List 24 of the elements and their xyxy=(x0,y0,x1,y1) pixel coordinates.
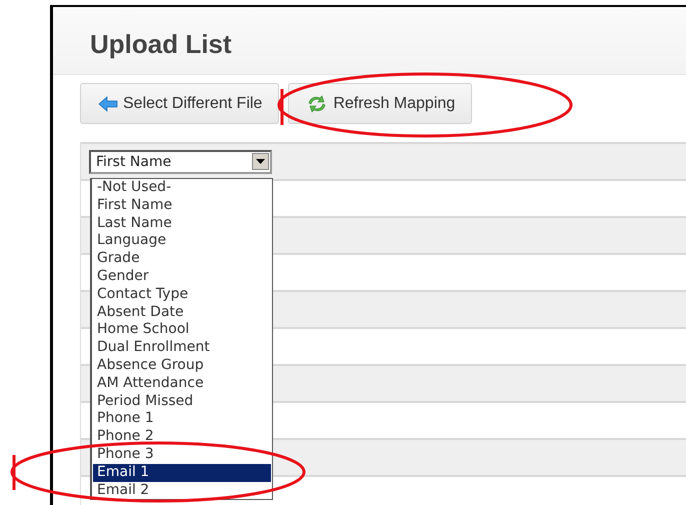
refresh-icon xyxy=(306,94,328,112)
dropdown-option[interactable]: Absent Date xyxy=(93,304,271,322)
column-select[interactable]: First Name xyxy=(89,150,272,174)
dropdown-option[interactable]: Gender xyxy=(93,268,271,286)
select-file-button[interactable]: Select Different File xyxy=(80,83,280,124)
dropdown-option[interactable]: Email 2 xyxy=(93,482,271,500)
dropdown-option[interactable]: Phone 3 xyxy=(93,446,271,464)
dropdown-option[interactable]: Absence Group xyxy=(93,356,271,375)
refresh-button[interactable]: Refresh Mapping xyxy=(288,83,472,124)
dropdown-option[interactable]: Email 1 xyxy=(93,464,271,482)
dropdown-option[interactable]: Phone 2 xyxy=(93,428,271,446)
dropdown-option[interactable]: Dual Enrollment xyxy=(93,339,271,357)
dropdown-option[interactable]: Grade xyxy=(93,250,271,268)
dropdown-option[interactable]: First Name xyxy=(93,196,271,215)
dropdown-option[interactable]: Period Missed xyxy=(93,392,271,410)
dropdown-option[interactable]: Phone 1 xyxy=(93,410,271,428)
dropdown-option[interactable]: AM Attendance xyxy=(93,374,271,393)
dropdown-option[interactable]: -Not Used- xyxy=(93,179,271,197)
dropdown-option[interactable]: Contact Type xyxy=(93,286,271,304)
page-title: Upload List xyxy=(90,29,232,60)
dropdown-option[interactable]: Language xyxy=(93,232,271,250)
dropdown-option[interactable]: Home School xyxy=(93,321,271,340)
dropdown-option[interactable]: Last Name xyxy=(93,214,271,232)
left-arrow-icon xyxy=(98,96,118,112)
